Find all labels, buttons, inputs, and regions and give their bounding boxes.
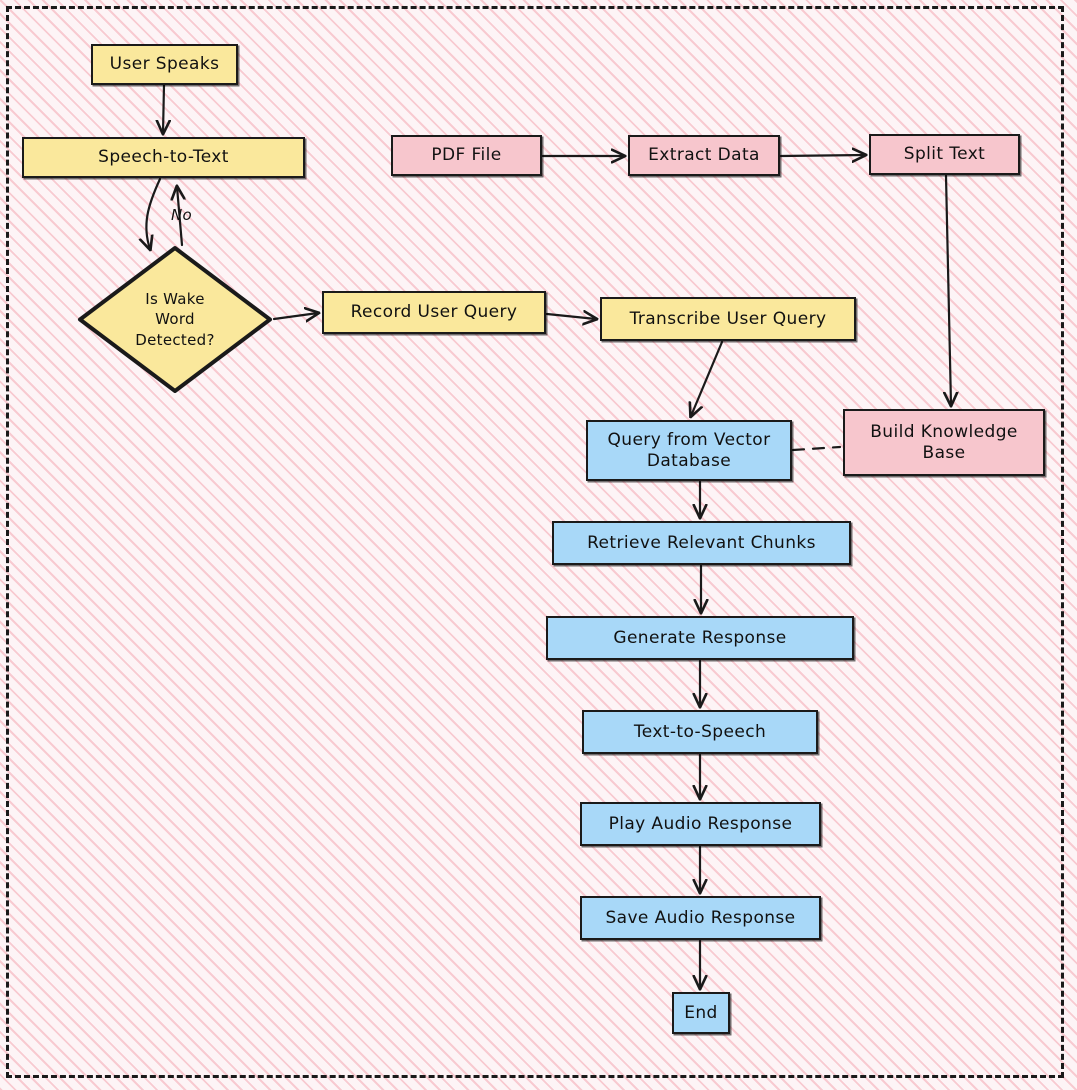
edge-transcribe-to-query-vector-db (691, 340, 724, 416)
node-label-group: Query from Vector Database (607, 430, 770, 471)
node-record-user-query[interactable]: Record User Query (322, 291, 546, 334)
node-play-audio-response[interactable]: Play Audio Response (580, 802, 821, 846)
edge-wake-word-to-record-user-query (272, 313, 318, 319)
node-label-line-1: Query from Vector (607, 429, 771, 450)
edge-speech-to-text-to-wake-word (146, 177, 162, 249)
node-label: Text-to-Speech (633, 721, 767, 742)
node-label-line-1: Build Knowledge (870, 421, 1018, 442)
edge-record-to-transcribe (545, 314, 596, 319)
node-retrieve-relevant-chunks[interactable]: Retrieve Relevant Chunks (552, 521, 851, 565)
node-label: End (684, 1002, 718, 1023)
node-label: Generate Response (613, 627, 787, 648)
edge-extract-to-split (779, 155, 865, 156)
node-label-line-1: Is Wake (145, 290, 205, 309)
node-label: User Speaks (109, 54, 220, 75)
node-label: PDF File (431, 145, 502, 166)
node-text-to-speech[interactable]: Text-to-Speech (582, 710, 818, 754)
edge-label-no: No (171, 206, 192, 224)
node-pdf-file[interactable]: PDF File (391, 135, 542, 176)
node-end[interactable]: End (672, 992, 730, 1034)
node-label-line-3: Detected? (135, 330, 215, 349)
node-label: Save Audio Response (605, 907, 796, 928)
node-speech-to-text[interactable]: Speech-to-Text (22, 137, 305, 178)
node-query-from-vector-database[interactable]: Query from Vector Database (586, 420, 792, 481)
node-split-text[interactable]: Split Text (869, 134, 1020, 175)
edge-split-to-build-knowledge (946, 174, 951, 405)
node-label: Record User Query (350, 302, 518, 323)
node-save-audio-response[interactable]: Save Audio Response (580, 896, 821, 940)
node-label: Transcribe User Query (629, 308, 827, 329)
node-extract-data[interactable]: Extract Data (628, 135, 780, 176)
flowchart-canvas: User Speaks Speech-to-Text Is Wake Word … (0, 0, 1077, 1090)
node-generate-response[interactable]: Generate Response (546, 616, 854, 660)
node-label-line-2: Database (646, 450, 732, 471)
node-transcribe-user-query[interactable]: Transcribe User Query (600, 297, 856, 341)
node-label-group: Is Wake Word Detected? (77, 289, 273, 350)
node-label: Split Text (903, 144, 986, 165)
node-label: Extract Data (648, 145, 760, 166)
edge-user-speaks-to-speech-to-text (163, 83, 164, 133)
node-label: Play Audio Response (608, 813, 793, 834)
node-label-group: Build Knowledge Base (870, 422, 1018, 463)
node-label: Speech-to-Text (98, 147, 229, 168)
node-build-knowledge-base[interactable]: Build Knowledge Base (843, 409, 1045, 476)
node-label: Retrieve Relevant Chunks (587, 532, 816, 553)
edge-query-vector-db-to-build-knowledge-dashed (791, 445, 842, 452)
node-label-line-2: Word (155, 310, 195, 329)
node-label-line-2: Base (922, 442, 966, 463)
node-is-wake-word-detected[interactable]: Is Wake Word Detected? (77, 245, 273, 394)
node-user-speaks[interactable]: User Speaks (91, 44, 238, 85)
